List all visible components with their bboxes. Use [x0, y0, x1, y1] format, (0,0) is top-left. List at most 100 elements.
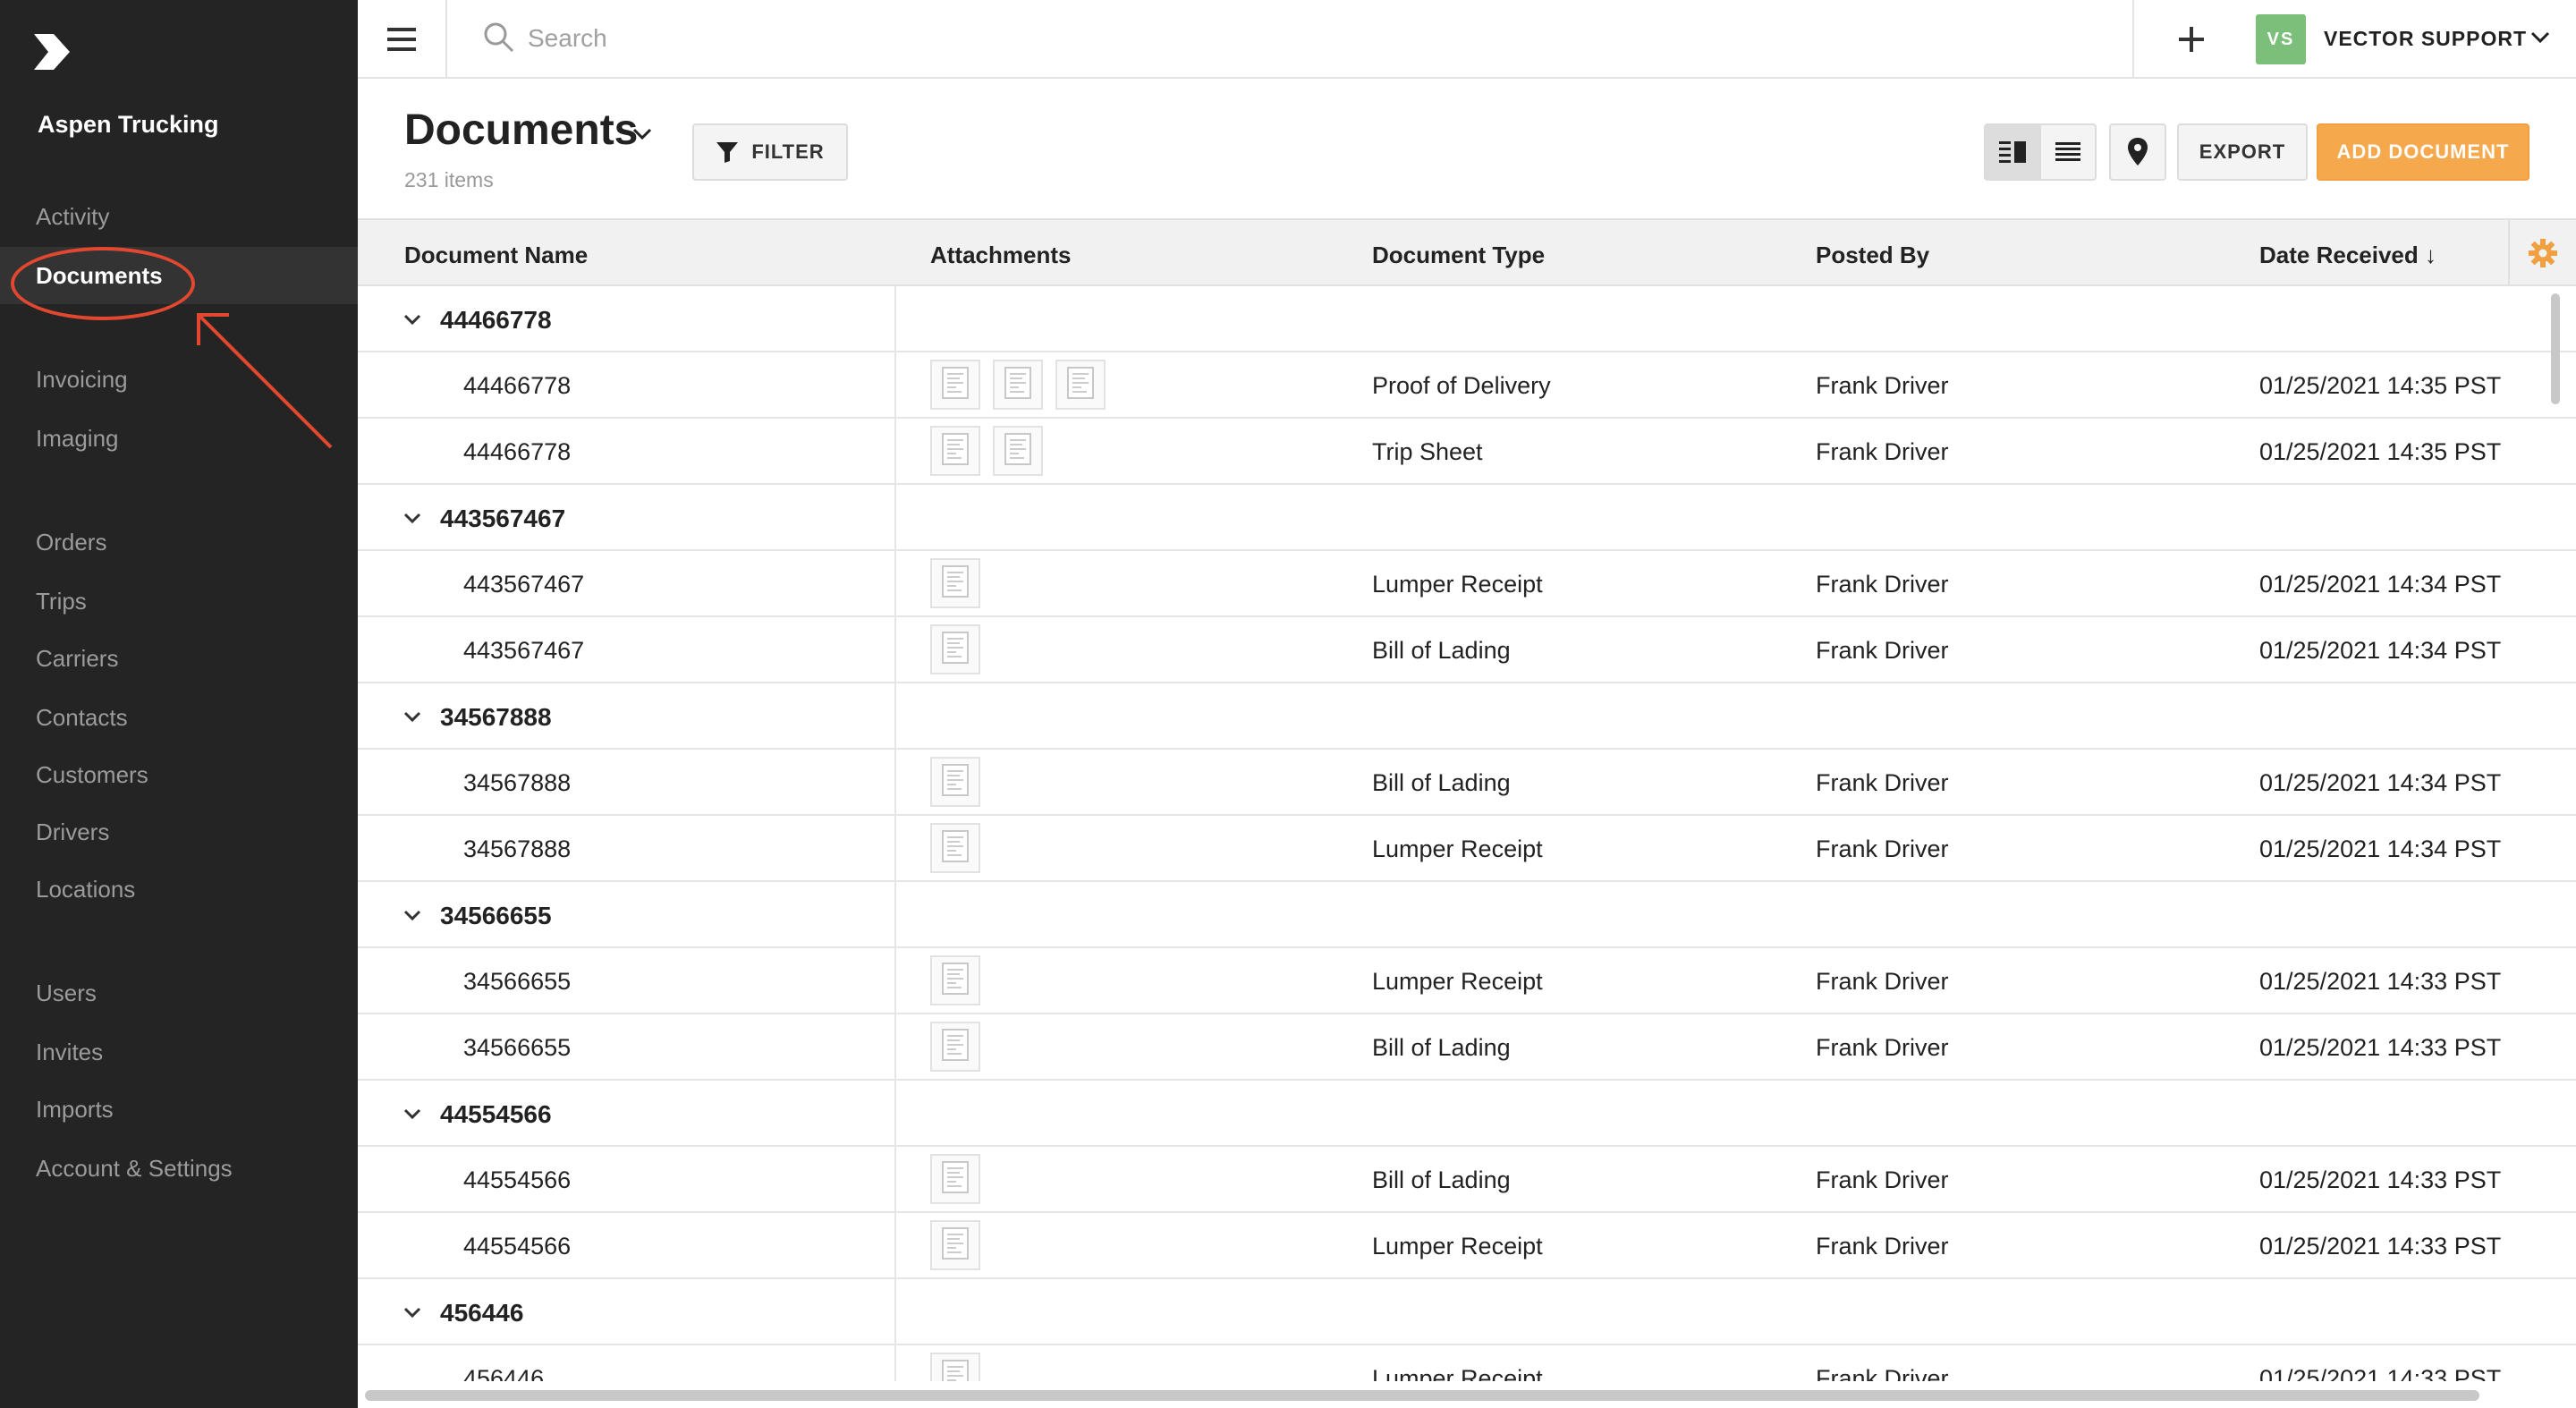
- menu-button[interactable]: [358, 0, 447, 79]
- attachment-thumbnail[interactable]: [993, 426, 1043, 476]
- date-received: 01/25/2021 14:35 PST: [2259, 372, 2502, 399]
- table-row[interactable]: 34566655 Lumper Receipt Frank Driver 01/25/…: [358, 948, 2576, 1014]
- attachment-thumbnail[interactable]: [930, 757, 980, 807]
- chevron-down-icon[interactable]: [402, 707, 422, 726]
- table-row[interactable]: 44554566 Lumper Receipt Frank Driver 01/25/…: [358, 1213, 2576, 1279]
- app-logo-icon[interactable]: [30, 30, 73, 73]
- document-icon: [941, 1028, 970, 1065]
- sidebar-item-contacts[interactable]: Contacts: [0, 689, 358, 746]
- document-type: Lumper Receipt: [1372, 968, 1543, 995]
- date-received: 01/25/2021 14:35 PST: [2259, 438, 2502, 465]
- map-view-button[interactable]: [2109, 123, 2166, 181]
- sidebar-item-documents[interactable]: Documents: [0, 247, 358, 304]
- document-icon: [941, 631, 970, 668]
- column-divider: [894, 750, 896, 816]
- table-row[interactable]: 44466778 Trip Sheet Frank Driver 01/25/2021…: [358, 419, 2576, 485]
- posted-by: Frank Driver: [1816, 1034, 1949, 1061]
- table-row[interactable]: 34567888 Lumper Receipt Frank Driver 01/25/…: [358, 816, 2576, 882]
- export-button[interactable]: EXPORT: [2177, 123, 2308, 181]
- group-name: 44466778: [440, 306, 552, 334]
- user-menu-name[interactable]: VECTOR SUPPORT: [2324, 27, 2527, 51]
- attachment-thumbnail[interactable]: [930, 955, 980, 1005]
- table-row[interactable]: 44466778 Proof of Delivery Frank Driver 01/…: [358, 352, 2576, 419]
- group-row[interactable]: 456446: [358, 1279, 2576, 1345]
- vertical-scrollbar[interactable]: [2551, 293, 2560, 404]
- column-header-posted-by[interactable]: Posted By: [1816, 242, 1929, 269]
- attachment-thumbnail[interactable]: [1055, 360, 1106, 410]
- attachment-thumbnail[interactable]: [930, 624, 980, 674]
- document-icon: [941, 366, 970, 403]
- column-header-date-received[interactable]: Date Received ↓: [2259, 242, 2436, 269]
- table-row[interactable]: 44554566 Bill of Lading Frank Driver 01/25/…: [358, 1147, 2576, 1213]
- sidebar-item-users[interactable]: Users: [0, 964, 358, 1022]
- page-title[interactable]: Documents: [404, 106, 638, 155]
- date-received: 01/25/2021 14:33 PST: [2259, 1233, 2502, 1260]
- horizontal-scrollbar[interactable]: [365, 1390, 2479, 1401]
- date-received: 01/25/2021 14:34 PST: [2259, 571, 2502, 598]
- table-row[interactable]: 456446 Lumper Receipt Frank Driver 01/25/20…: [358, 1345, 2576, 1381]
- sidebar-item-invoicing[interactable]: Invoicing: [0, 351, 358, 408]
- chevron-down-icon[interactable]: [2529, 27, 2551, 48]
- list-view-button[interactable]: [2039, 123, 2097, 181]
- document-icon: [941, 829, 970, 867]
- sidebar-item-carriers[interactable]: Carriers: [0, 630, 358, 687]
- sidebar-item-account-settings[interactable]: Account & Settings: [0, 1140, 358, 1197]
- filter-button[interactable]: FILTER: [692, 123, 848, 181]
- posted-by: Frank Driver: [1816, 835, 1949, 862]
- chevron-down-icon[interactable]: [402, 905, 422, 925]
- group-row[interactable]: 34567888: [358, 683, 2576, 750]
- document-icon: [941, 564, 970, 602]
- attachment-thumbnail[interactable]: [930, 1154, 980, 1204]
- document-icon: [941, 1359, 970, 1381]
- table-row[interactable]: 443567467 Bill of Lading Frank Driver 01/25…: [358, 617, 2576, 683]
- attachments-cell: [930, 360, 1106, 410]
- table-row[interactable]: 34567888 Bill of Lading Frank Driver 01/25/…: [358, 750, 2576, 816]
- column-header-document-name[interactable]: Document Name: [404, 242, 588, 269]
- group-row[interactable]: 34566655: [358, 882, 2576, 948]
- chevron-down-icon[interactable]: [402, 1104, 422, 1124]
- document-icon: [941, 962, 970, 999]
- document-type: Lumper Receipt: [1372, 571, 1543, 598]
- group-row[interactable]: 44554566: [358, 1081, 2576, 1147]
- sidebar-item-imports[interactable]: Imports: [0, 1081, 358, 1138]
- chevron-down-icon[interactable]: [402, 310, 422, 329]
- group-name: 34566655: [440, 902, 552, 929]
- attachment-thumbnail[interactable]: [930, 426, 980, 476]
- column-divider: [894, 1213, 896, 1279]
- chevron-down-icon[interactable]: [402, 1302, 422, 1322]
- group-row[interactable]: 443567467: [358, 485, 2576, 551]
- sidebar-item-imaging[interactable]: Imaging: [0, 410, 358, 467]
- attachment-thumbnail[interactable]: [930, 1220, 980, 1270]
- attachment-thumbnail[interactable]: [930, 360, 980, 410]
- column-divider: [894, 352, 896, 419]
- document-type: Bill of Lading: [1372, 1166, 1511, 1193]
- posted-by: Frank Driver: [1816, 1233, 1949, 1260]
- document-name: 44466778: [463, 438, 572, 465]
- avatar[interactable]: VS: [2256, 14, 2306, 64]
- table-row[interactable]: 34566655 Bill of Lading Frank Driver 01/25/…: [358, 1014, 2576, 1081]
- split-view-button[interactable]: [1984, 123, 2041, 181]
- sidebar-item-customers[interactable]: Customers: [0, 746, 358, 803]
- sidebar-item-trips[interactable]: Trips: [0, 573, 358, 630]
- sidebar-item-orders[interactable]: Orders: [0, 513, 358, 571]
- sidebar-item-drivers[interactable]: Drivers: [0, 803, 358, 861]
- add-document-button[interactable]: ADD DOCUMENT: [2317, 123, 2529, 181]
- search-input[interactable]: [528, 16, 1512, 61]
- attachment-thumbnail[interactable]: [930, 558, 980, 608]
- group-row[interactable]: 44466778: [358, 286, 2576, 352]
- sidebar-item-invites[interactable]: Invites: [0, 1023, 358, 1081]
- sidebar-item-locations[interactable]: Locations: [0, 861, 358, 918]
- column-settings-button[interactable]: [2508, 220, 2576, 286]
- attachment-thumbnail[interactable]: [993, 360, 1043, 410]
- chevron-down-icon[interactable]: [631, 123, 653, 145]
- sidebar-item-activity[interactable]: Activity: [0, 188, 358, 245]
- column-header-attachments[interactable]: Attachments: [930, 242, 1071, 269]
- posted-by: Frank Driver: [1816, 968, 1949, 995]
- attachment-thumbnail[interactable]: [930, 823, 980, 873]
- create-button[interactable]: [2170, 18, 2213, 61]
- attachment-thumbnail[interactable]: [930, 1022, 980, 1072]
- table-row[interactable]: 443567467 Lumper Receipt Frank Driver 01/25…: [358, 551, 2576, 617]
- attachment-thumbnail[interactable]: [930, 1353, 980, 1381]
- column-header-document-type[interactable]: Document Type: [1372, 242, 1545, 269]
- chevron-down-icon[interactable]: [402, 508, 422, 528]
